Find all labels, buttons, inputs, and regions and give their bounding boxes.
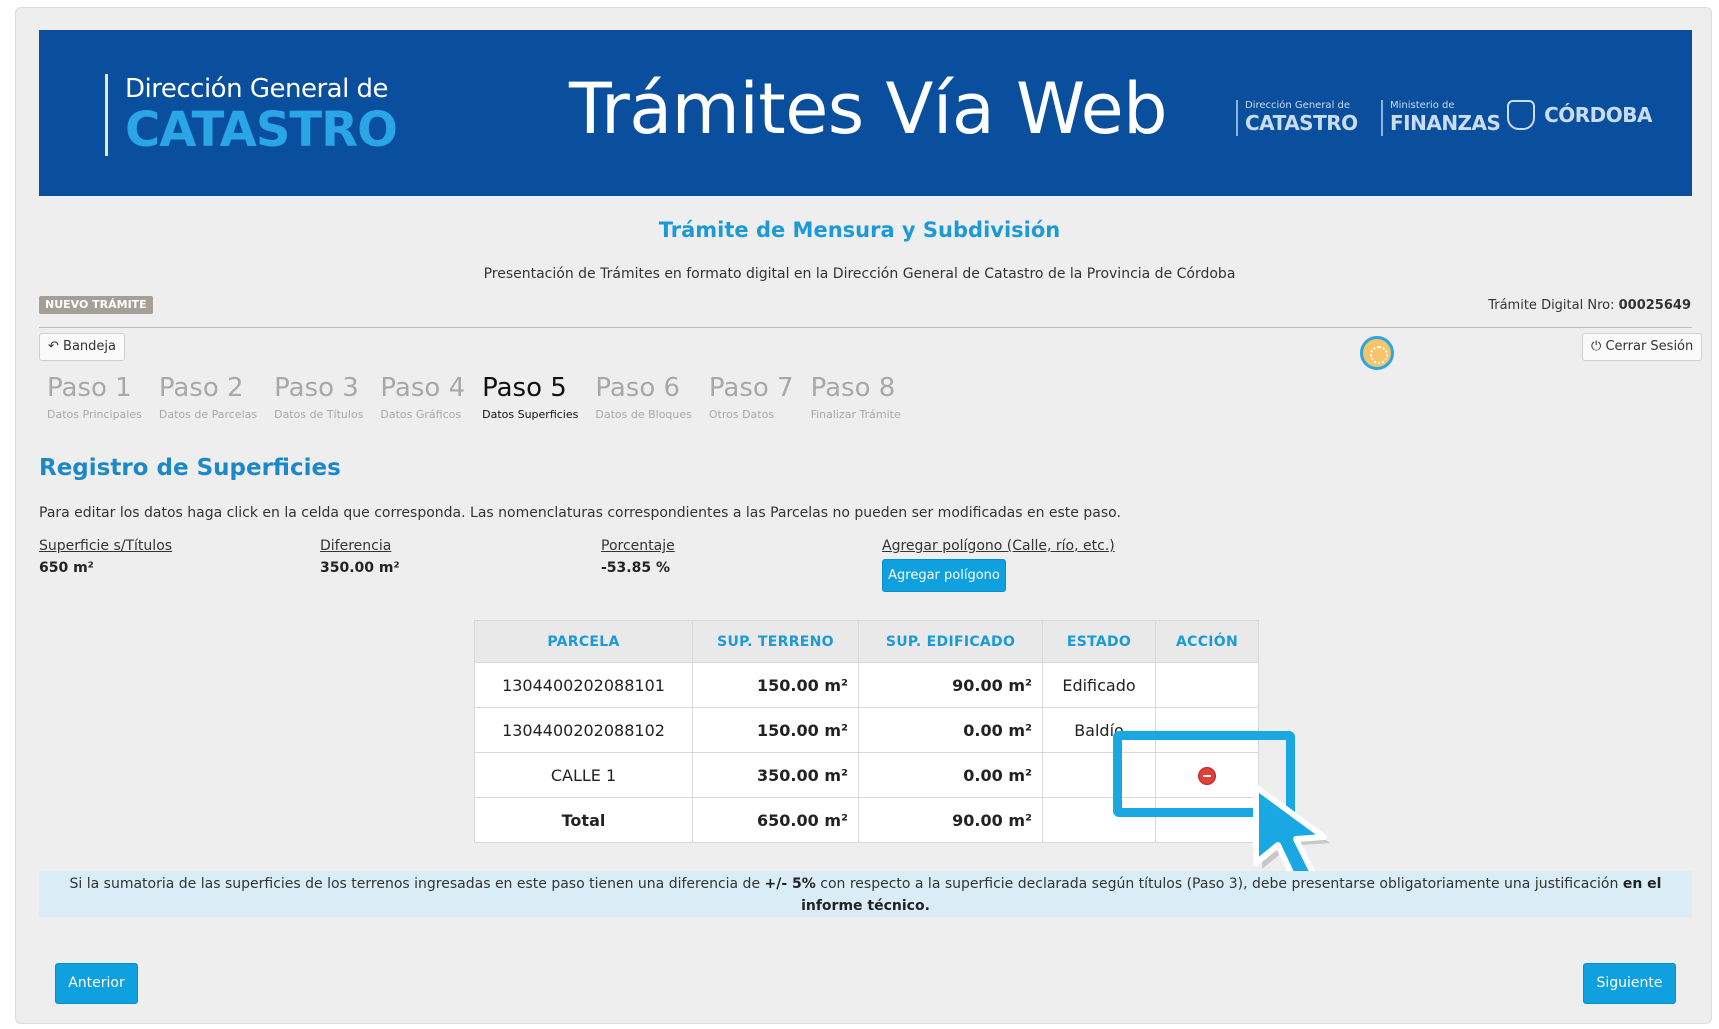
tramite-number-label: Trámite Digital Nro: xyxy=(1488,298,1615,313)
agregar-poligono-button[interactable]: Agregar polígono xyxy=(882,559,1006,592)
wizard-steps: Paso 1 Datos Principales Paso 2 Datos de… xyxy=(47,372,918,421)
superficie-value: 650 m² xyxy=(39,560,94,576)
col-accion: ACCIÓN xyxy=(1155,620,1259,663)
col-sup-edificado: SUP. EDIFICADO xyxy=(858,620,1043,663)
step-subtitle: Datos de Parcelas xyxy=(158,408,258,421)
brand-top-text: Dirección General de xyxy=(125,74,389,104)
step-5[interactable]: Paso 5 Datos Superficies xyxy=(482,372,578,421)
sup-edificado-cell[interactable]: 90.00 m² xyxy=(858,662,1043,708)
logout-button[interactable]: ⏻ Cerrar Sesión xyxy=(1582,333,1703,361)
sup-terreno-cell[interactable]: 150.00 m² xyxy=(692,662,859,708)
notice-banner: Si la sumatoria de las superficies de lo… xyxy=(39,871,1692,917)
logo1-bottom: CATASTRO xyxy=(1245,111,1358,135)
step-subtitle: Otros Datos xyxy=(708,408,775,421)
step-4[interactable]: Paso 4 Datos Gráficos xyxy=(380,372,465,421)
table-header-row: PARCELA SUP. TERRENO SUP. EDIFICADO ESTA… xyxy=(474,620,1259,663)
bandeja-label: Bandeja xyxy=(63,339,116,354)
step-subtitle: Datos de Títulos xyxy=(274,408,364,421)
step-subtitle: Datos de Bloques xyxy=(595,408,692,421)
diferencia-label: Diferencia xyxy=(320,538,392,554)
porcentaje-label: Porcentaje xyxy=(601,538,675,554)
parcela-cell: 1304400202088101 xyxy=(474,662,693,708)
instructions-text: Para editar los datos haga click en la c… xyxy=(39,505,1121,521)
logo3-bottom: CÓRDOBA xyxy=(1544,103,1652,127)
new-tramite-badge: NUEVO TRÁMITE xyxy=(39,296,153,314)
agregar-poligono-summary: Agregar polígono (Calle, río, etc.) xyxy=(882,538,1115,554)
site-title: Trámites Vía Web xyxy=(569,68,1168,150)
step-title: Paso 2 xyxy=(158,373,244,403)
sup-terreno-cell[interactable]: 150.00 m² xyxy=(692,707,859,753)
brand-bottom-text: CATASTRO xyxy=(125,102,398,158)
tramite-number-value: 00025649 xyxy=(1618,298,1691,313)
step-1[interactable]: Paso 1 Datos Principales xyxy=(47,372,142,421)
step-title: Paso 6 xyxy=(595,373,681,403)
cordoba-seal-icon xyxy=(1507,100,1535,130)
estado-cell[interactable]: Edificado xyxy=(1042,662,1156,708)
notice-bold-1: +/- 5% xyxy=(764,876,816,892)
porcentaje-value: -53.85 % xyxy=(601,560,670,576)
total-label: Total xyxy=(474,797,693,843)
diferencia-value: 350.00 m² xyxy=(320,560,400,576)
notice-text-1: Si la sumatoria de las superficies de lo… xyxy=(69,876,765,892)
col-estado: ESTADO xyxy=(1042,620,1156,663)
siguiente-button[interactable]: Siguiente xyxy=(1583,963,1676,1004)
page-title: Trámite de Mensura y Subdivisión xyxy=(658,218,1061,242)
step-title: Paso 5 xyxy=(482,373,567,403)
logo2-bottom: FINANZAS xyxy=(1390,111,1501,135)
step-3[interactable]: Paso 3 Datos de Títulos xyxy=(274,372,363,421)
total-sup-terreno: 650.00 m² xyxy=(692,797,859,843)
accion-cell xyxy=(1155,662,1259,708)
step-6[interactable]: Paso 6 Datos de Bloques xyxy=(595,372,692,421)
notice-text-2: con respecto a la superficie declarada s… xyxy=(815,876,1623,892)
step-title: Paso 1 xyxy=(47,373,132,403)
step-subtitle: Finalizar Trámite xyxy=(810,408,901,421)
parcela-cell: CALLE 1 xyxy=(474,752,693,798)
step-subtitle: Datos Principales xyxy=(47,408,142,421)
divider xyxy=(39,327,1692,328)
page-subtitle: Presentación de Trámites en formato digi… xyxy=(483,266,1236,282)
porcentaje-summary: Porcentaje -53.85 % xyxy=(601,538,675,576)
catastro-mini-logo: Dirección General de CATASTRO xyxy=(1236,100,1358,136)
anterior-button[interactable]: Anterior xyxy=(55,963,138,1004)
back-arrow-icon: ↶ xyxy=(48,339,59,354)
sup-edificado-cell[interactable]: 0.00 m² xyxy=(858,752,1043,798)
settings-icon[interactable] xyxy=(1360,336,1394,370)
col-parcela: PARCELA xyxy=(474,620,693,663)
step-7[interactable]: Paso 7 Otros Datos xyxy=(709,372,794,421)
step-subtitle: Datos Superficies xyxy=(482,408,579,421)
superficie-label: Superficie s/Títulos xyxy=(39,538,173,554)
step-2[interactable]: Paso 2 Datos de Parcelas xyxy=(159,372,257,421)
tramite-number: Trámite Digital Nro: 00025649 xyxy=(1488,298,1691,313)
table-row: 1304400202088101 150.00 m² 90.00 m² Edif… xyxy=(474,662,1259,708)
logout-label: Cerrar Sesión xyxy=(1605,339,1694,354)
step-title: Paso 3 xyxy=(274,373,359,403)
sup-edificado-cell[interactable]: 0.00 m² xyxy=(858,707,1043,753)
header-banner: Dirección General de CATASTRO Trámites V… xyxy=(39,30,1692,196)
step-subtitle: Datos Gráficos xyxy=(380,408,462,421)
diferencia-summary: Diferencia 350.00 m² xyxy=(320,538,400,576)
agregar-poligono-label: Agregar polígono (Calle, río, etc.) xyxy=(882,538,1115,554)
sup-terreno-cell[interactable]: 350.00 m² xyxy=(692,752,859,798)
finanzas-logo: Ministerio de FINANZAS xyxy=(1381,100,1501,136)
superficie-summary: Superficie s/Títulos 650 m² xyxy=(39,538,172,576)
cordoba-logo: CÓRDOBA xyxy=(1507,100,1652,136)
bandeja-button[interactable]: ↶ Bandeja xyxy=(39,333,125,361)
catastro-logo: Dirección General de CATASTRO xyxy=(105,74,398,158)
col-sup-terreno: SUP. TERRENO xyxy=(692,620,859,663)
step-title: Paso 8 xyxy=(810,373,896,403)
section-title: Registro de Superficies xyxy=(39,455,341,481)
total-sup-edificado: 90.00 m² xyxy=(858,797,1043,843)
parcela-cell: 1304400202088102 xyxy=(474,707,693,753)
step-title: Paso 7 xyxy=(708,373,794,403)
power-icon: ⏻ xyxy=(1591,339,1602,354)
step-title: Paso 4 xyxy=(380,373,466,403)
step-8[interactable]: Paso 8 Finalizar Trámite xyxy=(811,372,901,421)
